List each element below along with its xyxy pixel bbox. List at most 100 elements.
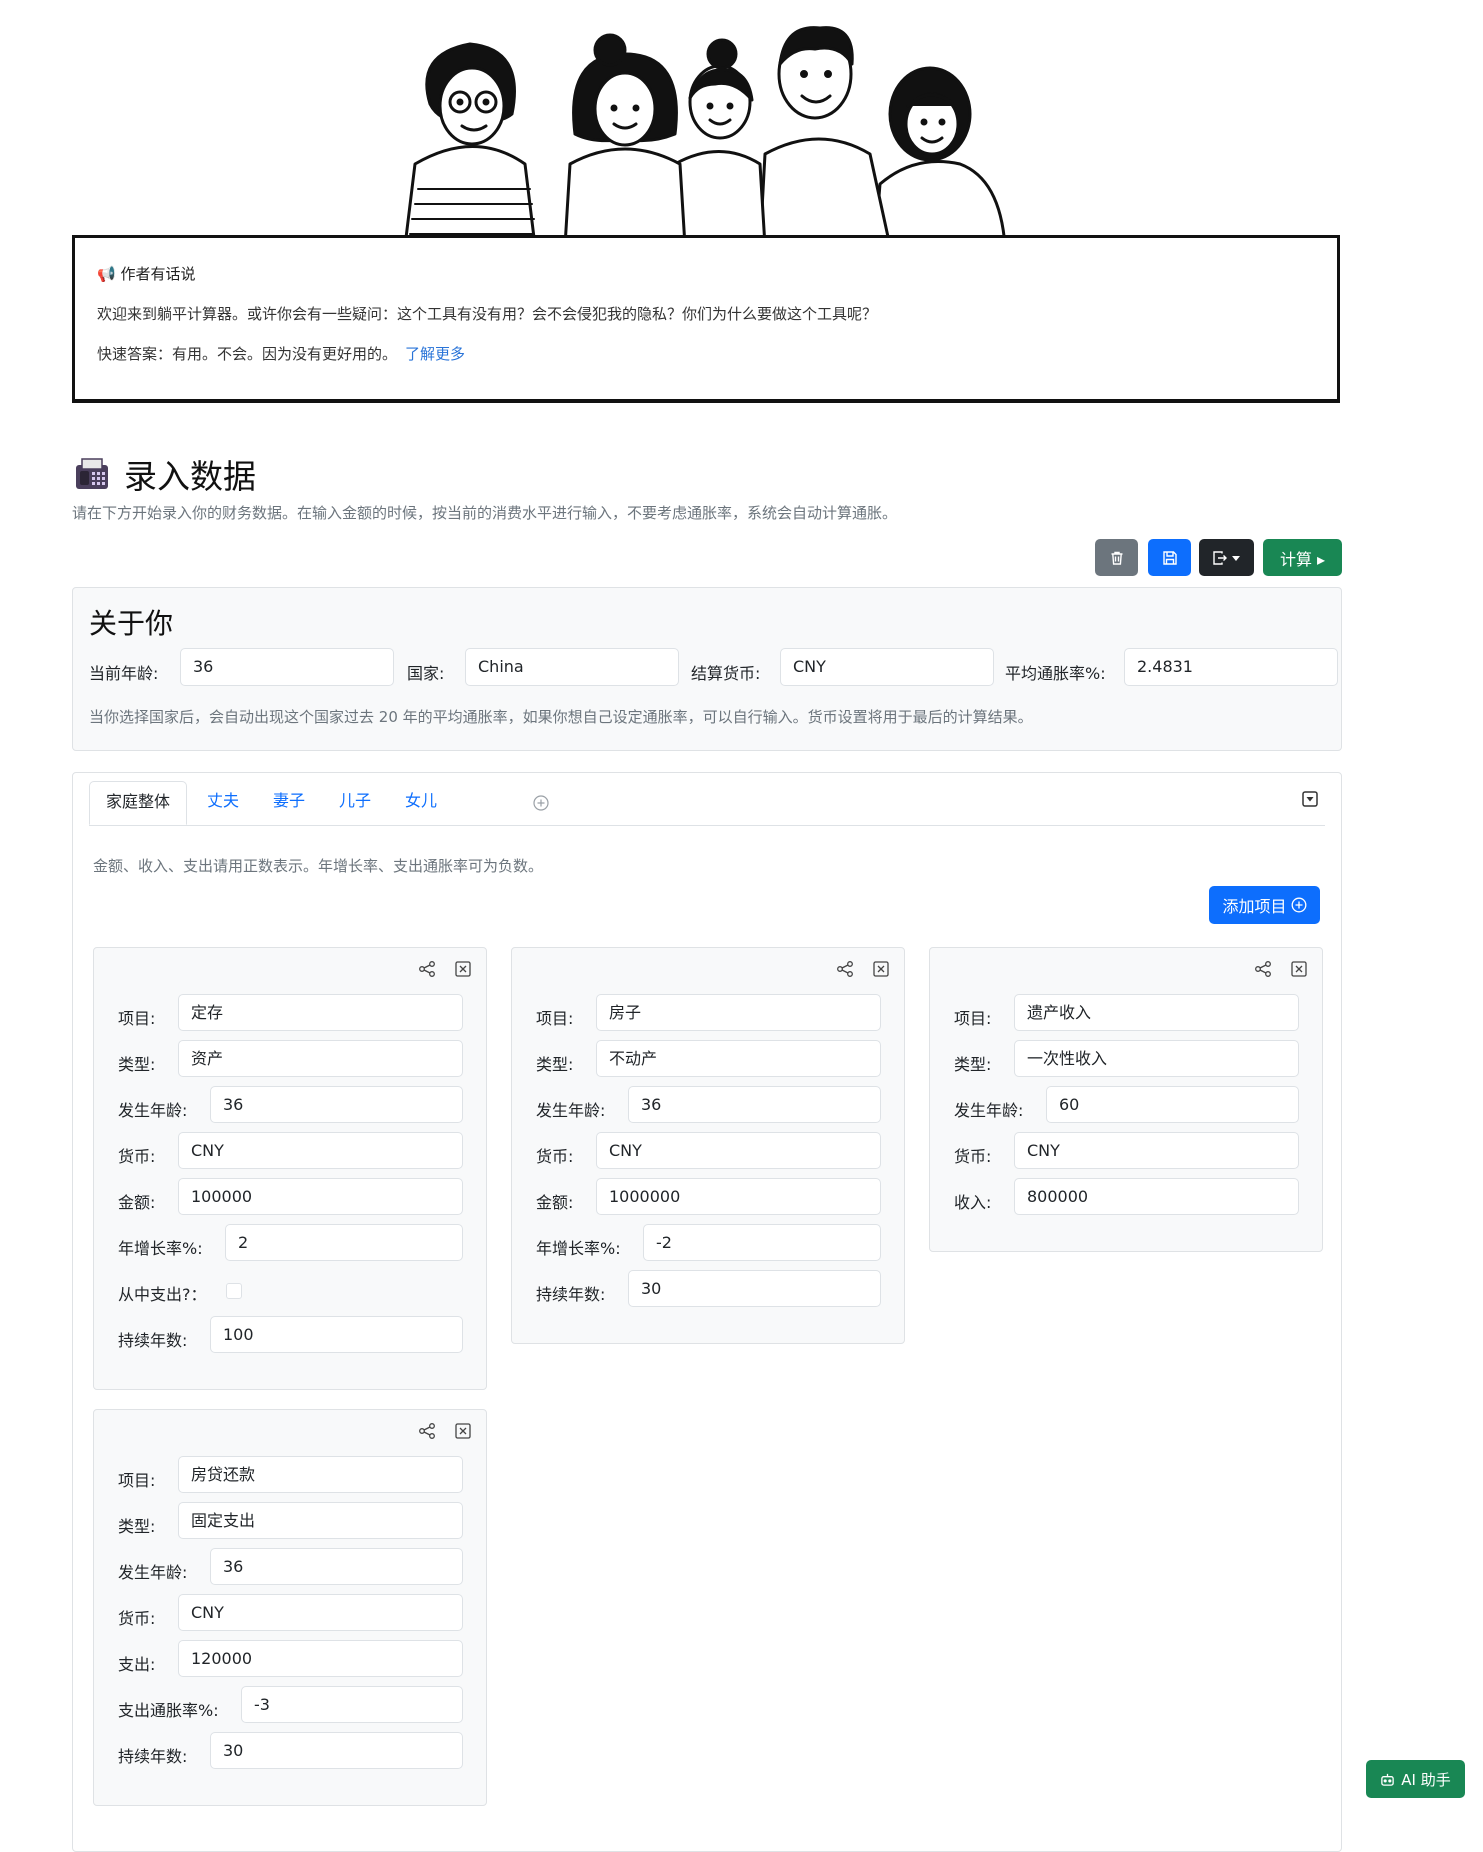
save-button[interactable] [1148,539,1191,576]
hero-illustration [403,26,1007,246]
expense-inflation-input[interactable]: -3 [241,1686,463,1723]
start-age-input[interactable]: 36 [210,1548,463,1585]
robot-icon [1381,1773,1395,1786]
item-type-input[interactable]: 不动产 [596,1040,881,1077]
family-hint: 金额、收入、支出请用正数表示。年增长率、支出通胀率可为负数。 [93,857,544,875]
author-note-box: 📢 作者有话说 欢迎来到躺平计算器。或许你会有一些疑问：这个工具有没有用？会不会… [72,235,1340,403]
amount-input[interactable]: 1000000 [596,1178,881,1215]
item-card-inheritance: 项目: 遗产收入 类型: 一次性收入 发生年龄: 60 货币: CNY 收入: … [929,947,1323,1252]
avg-inflation-input[interactable]: 2.4831 [1124,648,1338,686]
field-label: 发生年龄: [954,1101,1024,1120]
current-age-input[interactable]: 36 [180,648,394,686]
settlement-currency-input[interactable]: CNY [780,648,994,686]
duration-input[interactable]: 30 [628,1270,881,1307]
export-dropdown-button[interactable] [1199,539,1254,576]
collapse-icon[interactable] [1301,790,1319,808]
author-note-title: 📢 作者有话说 [97,263,195,284]
about-you-note: 当你选择国家后，会自动出现这个国家过去 20 年的平均通胀率，如果你想自己设定通… [89,708,1033,726]
field-label: 持续年数: [536,1285,606,1304]
section-subtitle: 请在下方开始录入你的财务数据。在输入金额的时候，按当前的消费水平进行输入，不要考… [72,504,898,522]
share-icon[interactable] [1254,960,1272,978]
add-tab-icon[interactable] [533,795,549,811]
share-icon[interactable] [418,960,436,978]
field-label: 类型: [536,1055,574,1074]
field-label: 货币: [118,1609,156,1628]
learn-more-link[interactable]: 了解更多 [405,345,465,363]
field-label: 类型: [118,1055,156,1074]
item-type-input[interactable]: 资产 [178,1040,463,1077]
field-label: 类型: [954,1055,992,1074]
amount-input[interactable]: 100000 [178,1178,463,1215]
country-input[interactable]: China [465,648,679,686]
close-icon[interactable] [454,960,472,978]
tab-husband[interactable]: 丈夫 [191,781,255,825]
currency-input[interactable]: CNY [596,1132,881,1169]
trash-icon [1111,551,1122,565]
field-label: 从中支出?： [118,1285,207,1304]
about-you-card: 关于你 当前年龄: 36 国家: China 结算货币: CNY 平均通胀率%:… [72,587,1342,751]
field-label: 年增长率%: [118,1239,203,1258]
tab-son[interactable]: 儿子 [323,781,387,825]
field-label: 年增长率%: [536,1239,621,1258]
author-note-answer: 快速答案：有用。不会。因为没有更好用的。 [97,345,398,363]
item-card-deposit: 项目: 定存 类型: 资产 发生年龄: 36 货币: CNY 金额: 10000… [93,947,487,1390]
author-note-top-border [72,235,1340,238]
caret-down-icon [1232,555,1240,561]
duration-input[interactable]: 30 [210,1732,463,1769]
start-age-input[interactable]: 60 [1046,1086,1299,1123]
author-note-line1: 欢迎来到躺平计算器。或许你会有一些疑问：这个工具有没有用？会不会侵犯我的隐私？你… [97,305,878,323]
delete-button[interactable] [1095,539,1138,576]
growth-rate-input[interactable]: -2 [643,1224,881,1261]
author-note-title-text: 作者有话说 [120,265,196,283]
field-label: 支出: [118,1655,156,1674]
tab-daughter[interactable]: 女儿 [389,781,453,825]
field-label: 金额: [118,1193,156,1212]
field-label: 项目: [536,1009,574,1028]
expense-input[interactable]: 120000 [178,1640,463,1677]
tab-family[interactable]: 家庭整体 [89,781,188,825]
growth-rate-input[interactable]: 2 [225,1224,463,1261]
currency-input[interactable]: CNY [178,1132,463,1169]
megaphone-icon: 📢 [97,265,116,283]
item-name-input[interactable]: 遗产收入 [1014,994,1299,1031]
country-label: 国家: [407,664,445,683]
income-input[interactable]: 800000 [1014,1178,1299,1215]
close-icon[interactable] [1290,960,1308,978]
ai-assistant-button[interactable]: AI 助手 [1366,1760,1465,1798]
field-label: 项目: [954,1009,992,1028]
item-type-input[interactable]: 一次性收入 [1014,1040,1299,1077]
share-icon[interactable] [418,1422,436,1440]
item-name-input[interactable]: 房子 [596,994,881,1031]
section-title: 录入数据 [74,450,256,498]
start-age-input[interactable]: 36 [628,1086,881,1123]
duration-input[interactable]: 100 [210,1316,463,1353]
item-name-input[interactable]: 定存 [178,994,463,1031]
calculate-button[interactable]: 计算 ▸ [1263,539,1342,576]
tab-wife[interactable]: 妻子 [257,781,321,825]
settlement-currency-label: 结算货币: [691,664,761,683]
field-label: 支出通胀率%: [118,1701,219,1720]
share-icon[interactable] [836,960,854,978]
avg-inflation-label: 平均通胀率%: [1005,664,1106,683]
section-title-text: 录入数据 [124,457,256,496]
plus-circle-icon [1291,897,1306,913]
field-label: 金额: [536,1193,574,1212]
withdraw-checkbox[interactable] [226,1283,242,1299]
item-type-input[interactable]: 固定支出 [178,1502,463,1539]
field-label: 货币: [118,1147,156,1166]
start-age-input[interactable]: 36 [210,1086,463,1123]
field-label: 收入: [954,1193,992,1212]
currency-input[interactable]: CNY [1014,1132,1299,1169]
item-name-input[interactable]: 房贷还款 [178,1456,463,1493]
currency-input[interactable]: CNY [178,1594,463,1631]
fax-icon [76,458,108,489]
field-label: 货币: [954,1147,992,1166]
close-icon[interactable] [454,1422,472,1440]
field-label: 发生年龄: [118,1101,188,1120]
field-label: 项目: [118,1471,156,1490]
add-item-button[interactable]: 添加项目 [1209,886,1320,924]
close-icon[interactable] [872,960,890,978]
item-card-mortgage: 项目: 房贷还款 类型: 固定支出 发生年龄: 36 货币: CNY 支出: 1… [93,1409,487,1806]
item-card-house: 项目: 房子 类型: 不动产 发生年龄: 36 货币: CNY 金额: 1000… [511,947,905,1344]
ai-assistant-label: AI 助手 [1401,1770,1451,1789]
